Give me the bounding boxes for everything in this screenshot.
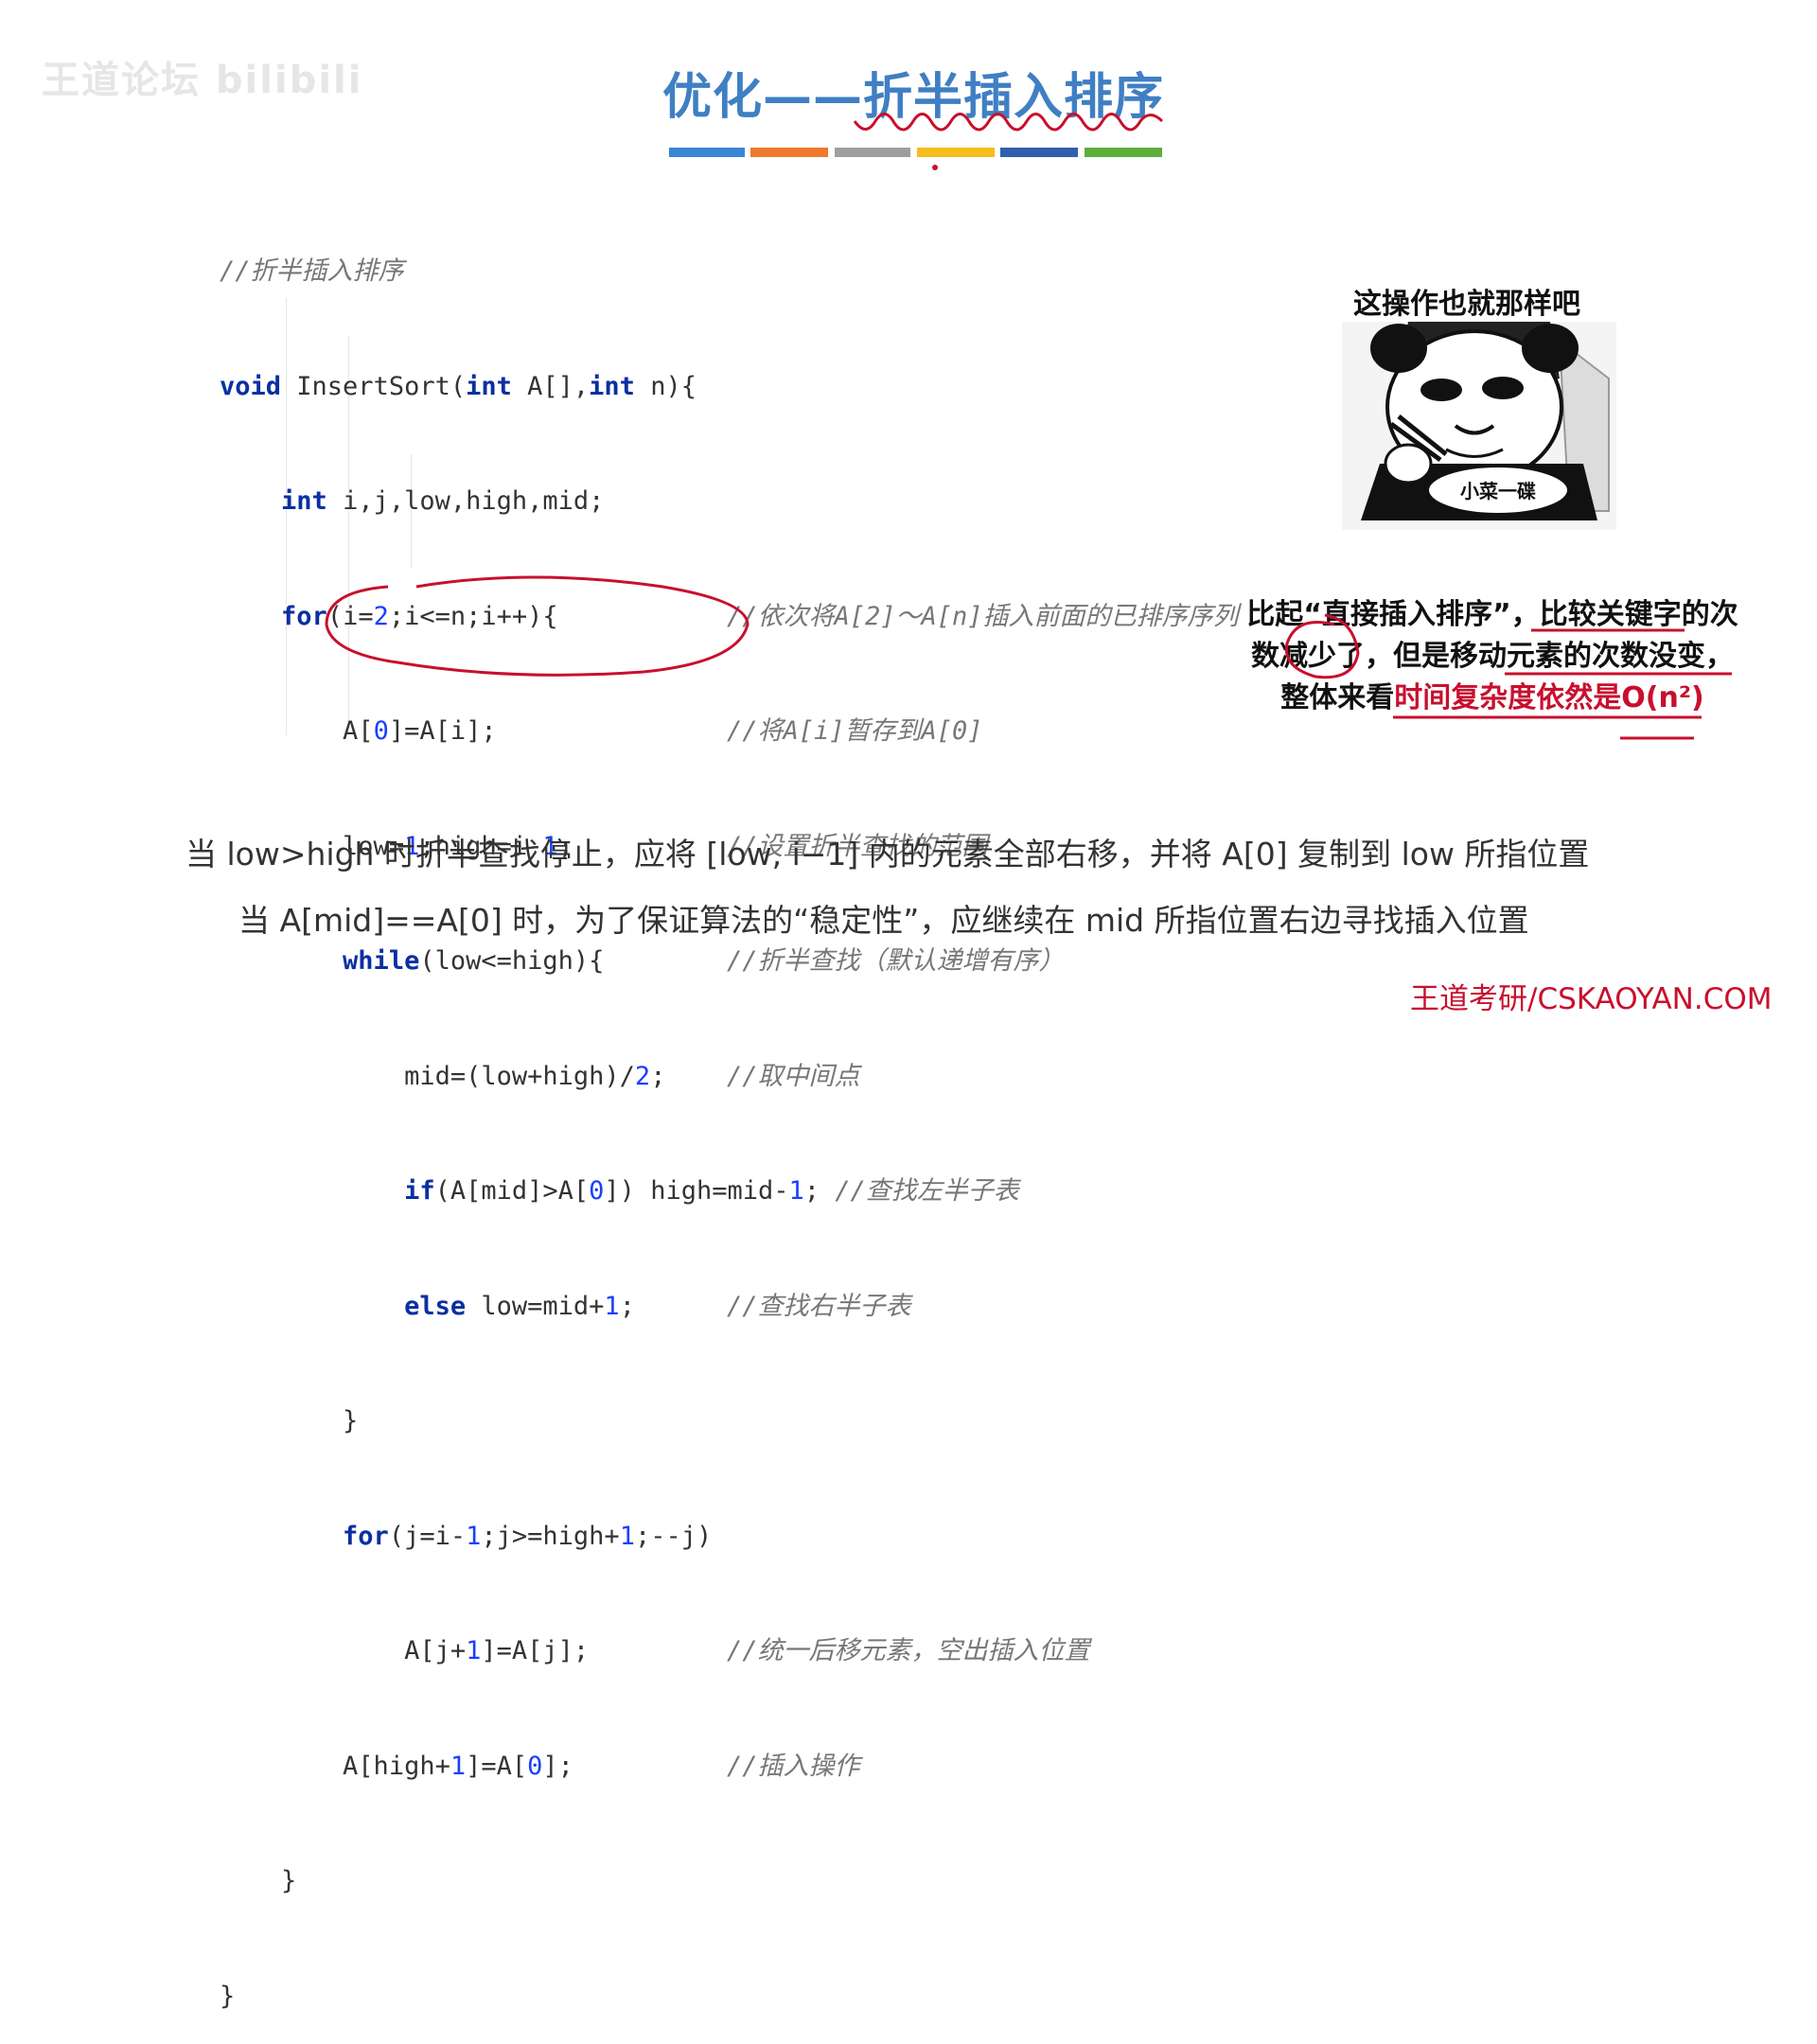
code-line: mid=(low+high)/2; //取中间点 [220,1058,1019,1097]
code-number: 1 [604,1291,620,1321]
code-block: //折半插入排序 void InsertSort(int A[],int n){… [220,176,1239,2044]
code-text: low=mid+ [466,1291,605,1321]
annotation-note: 比起“直接插入排序”，比较关键字的次数减少了，但是移动元素的次数没变，整体来看时… [1242,594,1743,719]
code-text: ; [803,1176,820,1206]
color-bar-segment-6 [1085,148,1162,157]
code-number: 0 [373,716,389,746]
code-comment: //查找左半子表 [835,1176,1019,1206]
code-line: void InsertSort(int A[],int n){ [220,368,1019,407]
code-line: int i,j,low,high,mid; [220,483,1019,521]
code-text: ]=A[ [466,1751,528,1781]
code-number: 1 [466,1636,482,1665]
code-text: (A[mid]>A[ [434,1176,590,1206]
code-text: n){ [634,371,697,401]
code-number: 1 [466,1521,482,1551]
footer-brand: 王道考研/CSKAOYAN.COM [1410,982,1773,1016]
code-text: } [343,1406,359,1436]
code-line: while(low<=high){ //折半查找（默认递增有序） [220,943,1064,981]
code-comment: //插入操作 [727,1751,860,1781]
code-text: A[j+ [404,1636,467,1665]
code-text: } [220,1981,236,2011]
explanation-line-2: 当 A[mid]==A[0] 时，为了保证算法的“稳定性”，应继续在 mid 所… [238,902,1529,939]
code-text: ]; [542,1751,573,1781]
panda-meme-image: 小菜一碟 [1342,322,1616,530]
code-text: ;i<=n;i++){ [388,601,558,631]
explanation-line-1: 当 low>high 时折半查找停止，应将 [low, i−1] 内的元素全部右… [185,836,1590,872]
code-comment: //折半查找（默认递增有序） [727,946,1065,976]
code-text: A[ [343,716,374,746]
code-text: (i= [326,601,374,631]
color-bar-segment-2 [750,148,828,157]
code-line: A[0]=A[i]; //将A[i]暂存到A[0] [220,713,1019,751]
code-line: A[high+1]=A[0]; //插入操作 [220,1748,1019,1787]
code-text: ; [619,1291,635,1321]
code-comment: //查找右半子表 [727,1291,911,1321]
slide-title: 优化——折半插入排序 [662,69,1165,126]
code-number: 1 [450,1751,467,1781]
code-keyword: void [220,371,282,401]
code-line: if(A[mid]>A[0]) high=mid-1; //查找左半子表 [220,1172,1019,1211]
code-keyword: for [343,1521,389,1551]
code-keyword: int [281,486,327,516]
code-comment: //取中间点 [727,1061,860,1091]
code-number: 1 [788,1176,804,1206]
code-number: 0 [527,1751,543,1781]
code-text: } [281,1866,297,1895]
code-keyword: if [404,1176,435,1206]
code-keyword: while [343,946,420,976]
code-comment: //依次将A[2]～A[n]插入前面的已排序序列 [727,601,1239,631]
code-text: A[high+ [343,1751,450,1781]
color-bar-segment-1 [669,148,745,157]
code-keyword: for [281,601,327,631]
code-text: (j=i- [388,1521,467,1551]
code-number: 2 [373,601,389,631]
code-line: } [220,1402,1019,1441]
code-text: ;j>=high+ [481,1521,620,1551]
title-dot [932,165,938,170]
code-text: ;--j) [634,1521,713,1551]
code-comment: //统一后移元素，空出插入位置 [727,1636,1090,1665]
code-text: A[], [511,371,590,401]
code-keyword: int [466,371,512,401]
code-text: (low<=high){ [419,946,605,976]
code-keyword: int [589,371,635,401]
code-comment: //折半插入排序 [220,256,404,286]
code-text: ]) high=mid- [604,1176,789,1206]
code-number: 1 [619,1521,635,1551]
code-line: } [220,1978,1019,2017]
code-number: 2 [634,1061,651,1091]
color-bar-segment-4 [917,148,995,157]
code-line: for(j=i-1;j>=high+1;--j) [220,1518,1019,1557]
meme-bowl-text: 小菜一碟 [1460,480,1536,502]
code-number: 0 [589,1176,605,1206]
color-bar-segment-3 [835,148,910,157]
code-text: ; [650,1061,666,1091]
color-bar-segment-5 [1000,148,1078,157]
code-line: } [220,1862,1019,1901]
code-line: for(i=2;i<=n;i++){ //依次将A[2]～A[n]插入前面的已排序… [220,598,1239,637]
note-highlight: 时间复杂度依然是O(n²) [1394,681,1704,714]
code-text: ]=A[i]; [388,716,497,746]
code-text: ]=A[j]; [481,1636,590,1665]
code-line: else low=mid+1; //查找右半子表 [220,1288,1019,1327]
code-keyword: else [404,1291,467,1321]
meme-caption: 这操作也就那样吧 [1353,288,1580,321]
code-comment: //将A[i]暂存到A[0] [727,716,983,746]
code-line: //折半插入排序 [220,253,1019,291]
watermark: 王道论坛 bilibili [42,59,363,102]
code-text: mid=(low+high)/ [404,1061,635,1091]
code-text: InsertSort( [281,371,467,401]
code-text: i,j,low,high,mid; [326,486,605,516]
code-line: A[j+1]=A[j]; //统一后移元素，空出插入位置 [220,1632,1089,1671]
